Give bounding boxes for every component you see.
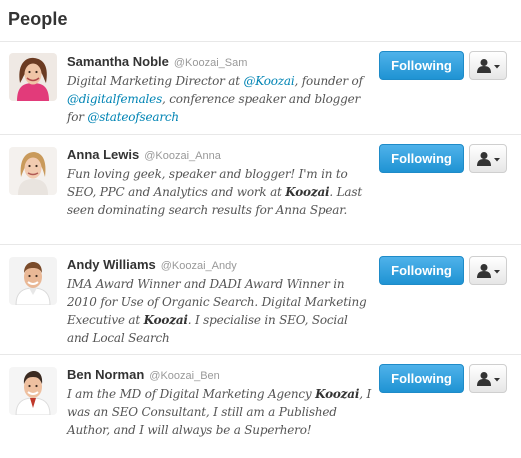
brand-name: Koozai — [315, 387, 360, 401]
person-item: Anna Lewis @Koozai_Anna Fun loving geek, … — [0, 135, 521, 245]
person-item: Samantha Noble @Koozai_Sam Digital Market… — [0, 42, 521, 135]
person-bio: Digital Marketing Director at @Koozai, f… — [67, 72, 371, 126]
people-list: Samantha Noble @Koozai_Sam Digital Market… — [0, 42, 521, 458]
name-row: Andy Williams @Koozai_Andy — [67, 256, 371, 274]
user-actions-button[interactable] — [469, 144, 507, 173]
mention-link[interactable]: @digitalfemales — [67, 92, 162, 106]
brand-name: Koozai — [143, 313, 188, 327]
person-dropdown-icon — [477, 59, 500, 73]
person-handle[interactable]: @Koozai_Andy — [161, 260, 237, 272]
person-dropdown-icon — [477, 264, 500, 278]
people-panel: People Samantha Noble @Koozai_Sam Digita… — [0, 0, 521, 458]
following-button[interactable]: Following — [379, 364, 464, 393]
person-dropdown-icon — [477, 152, 500, 166]
brand-name: Koozai — [285, 185, 330, 199]
person-content: Anna Lewis @Koozai_Anna Fun loving geek, … — [67, 146, 371, 219]
mention-link[interactable]: @stateofsearch — [87, 110, 179, 124]
person-bio: I am the MD of Digital Marketing Agency … — [67, 385, 371, 439]
user-actions-button[interactable] — [469, 51, 507, 80]
avatar[interactable] — [9, 257, 57, 305]
bio-text: , founder of — [294, 74, 363, 88]
bio-text: Digital Marketing Director at — [67, 74, 244, 88]
person-item: Ben Norman @Koozai_Ben I am the MD of Dig… — [0, 355, 521, 458]
person-name[interactable]: Samantha Noble — [67, 54, 169, 69]
person-name[interactable]: Ben Norman — [67, 367, 144, 382]
following-button[interactable]: Following — [379, 51, 464, 80]
mention-link[interactable]: @Koozai — [243, 74, 294, 88]
bio-text: I am the MD of Digital Marketing Agency — [67, 387, 316, 401]
following-button[interactable]: Following — [379, 144, 464, 173]
user-actions-button[interactable] — [469, 256, 507, 285]
name-row: Ben Norman @Koozai_Ben — [67, 366, 371, 384]
user-actions-button[interactable] — [469, 364, 507, 393]
following-button[interactable]: Following — [379, 256, 464, 285]
person-handle[interactable]: @Koozai_Ben — [149, 370, 220, 382]
name-row: Samantha Noble @Koozai_Sam — [67, 53, 371, 71]
person-handle[interactable]: @Koozai_Sam — [174, 57, 248, 69]
person-content: Andy Williams @Koozai_Andy IMA Award Winn… — [67, 256, 371, 347]
person-dropdown-icon — [477, 372, 500, 386]
person-name[interactable]: Andy Williams — [67, 257, 156, 272]
person-name[interactable]: Anna Lewis — [67, 147, 139, 162]
person-handle[interactable]: @Koozai_Anna — [144, 150, 221, 162]
avatar[interactable] — [9, 147, 57, 195]
avatar[interactable] — [9, 53, 57, 101]
avatar[interactable] — [9, 367, 57, 415]
person-bio: Fun loving geek, speaker and blogger! I'… — [67, 165, 371, 219]
person-bio: IMA Award Winner and DADI Award Winner i… — [67, 275, 371, 347]
person-item: Andy Williams @Koozai_Andy IMA Award Winn… — [0, 245, 521, 355]
person-content: Ben Norman @Koozai_Ben I am the MD of Dig… — [67, 366, 371, 439]
panel-title: People — [8, 9, 68, 29]
name-row: Anna Lewis @Koozai_Anna — [67, 146, 371, 164]
person-content: Samantha Noble @Koozai_Sam Digital Market… — [67, 53, 371, 126]
panel-header: People — [0, 0, 521, 42]
